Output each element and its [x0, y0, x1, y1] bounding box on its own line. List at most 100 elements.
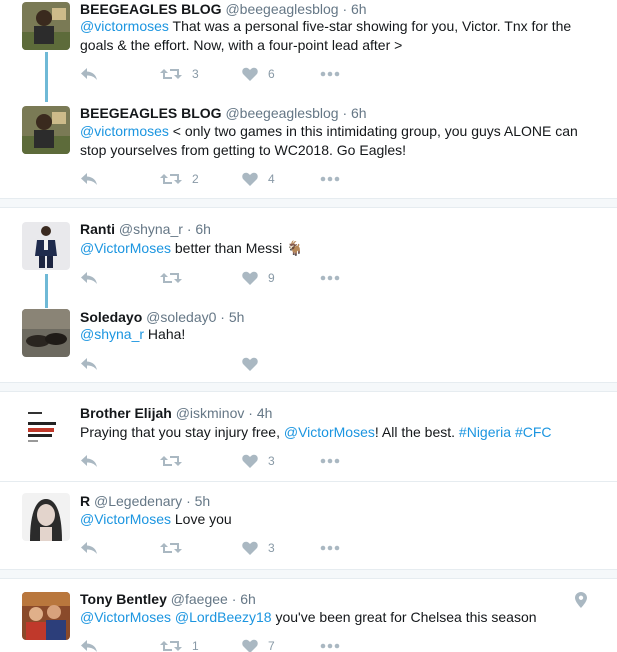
display-name[interactable]: R	[80, 493, 90, 509]
hashtag-link[interactable]: #Nigeria	[459, 424, 511, 440]
reply-button[interactable]	[80, 64, 98, 84]
like-count: 4	[268, 172, 275, 186]
retweet-button[interactable]	[160, 538, 182, 558]
mention-link[interactable]: @VictorMoses	[80, 240, 171, 256]
tweet[interactable]: BEEGEAGLES BLOG @beegeaglesblog · 6h @vi…	[0, 104, 617, 198]
tweet-feed: BEEGEAGLES BLOG @beegeaglesblog · 6h @vi…	[0, 0, 617, 652]
avatar[interactable]	[22, 106, 70, 154]
tweet-body: ! All the best.	[374, 424, 459, 440]
more-button[interactable]	[320, 268, 340, 288]
tweet-body: Love you	[170, 511, 232, 527]
display-name[interactable]: Ranti	[80, 221, 115, 237]
retweet-button[interactable]: 3	[160, 64, 199, 84]
reply-icon	[81, 455, 97, 467]
timestamp[interactable]: 6h	[240, 591, 256, 607]
tweet-actions: 3 6	[80, 64, 380, 84]
separator-dot: ·	[342, 1, 348, 17]
tweet[interactable]: Tony Bentley @faegee · 6h @VictorMoses @…	[0, 590, 617, 652]
tweet[interactable]: Ranti @shyna_r · 6h @VictorMoses better …	[0, 220, 617, 300]
conversation-group: Ranti @shyna_r · 6h @VictorMoses better …	[0, 210, 617, 382]
mention-link[interactable]: @victormoses	[80, 123, 169, 139]
mention-link[interactable]: @LordBeezy18	[175, 609, 272, 625]
tweet-text: @victormoses < only two games in this in…	[80, 122, 600, 160]
mention-link[interactable]: @shyna_r	[80, 326, 144, 342]
separator-dot: ·	[248, 405, 253, 421]
heart-icon	[242, 172, 258, 186]
user-handle[interactable]: @iskminov	[176, 405, 245, 421]
like-button[interactable]: 7	[242, 636, 275, 652]
more-button[interactable]	[320, 169, 340, 189]
mention-link[interactable]: @VictorMoses	[80, 609, 171, 625]
tweet-body: better than Messi 🐐	[170, 240, 304, 256]
more-button[interactable]	[320, 64, 340, 84]
user-handle[interactable]: @faegee	[171, 591, 228, 607]
reply-button[interactable]	[80, 268, 98, 288]
heart-icon	[242, 357, 258, 371]
more-button[interactable]	[320, 538, 340, 558]
display-name[interactable]: Tony Bentley	[80, 591, 167, 607]
timestamp[interactable]: 6h	[351, 105, 367, 121]
retweet-icon	[160, 543, 182, 553]
tweet[interactable]: R @Legedenary · 5h @VictorMoses Love you…	[0, 492, 617, 568]
reply-button[interactable]	[80, 636, 98, 652]
like-button[interactable]: 3	[242, 451, 275, 471]
mention-link[interactable]: @VictorMoses	[80, 511, 171, 527]
avatar[interactable]	[22, 493, 70, 541]
reply-button[interactable]	[80, 354, 98, 374]
retweet-button[interactable]: 2	[160, 169, 199, 189]
timestamp[interactable]: 4h	[257, 405, 273, 421]
timestamp[interactable]: 5h	[229, 309, 245, 325]
like-count: 9	[268, 271, 275, 285]
like-button[interactable]: 6	[242, 64, 275, 84]
avatar[interactable]	[22, 222, 70, 270]
like-button[interactable]	[242, 354, 258, 374]
tweet[interactable]: Brother Elijah @iskminov · 4h Praying th…	[0, 404, 617, 480]
reply-button[interactable]	[80, 169, 98, 189]
user-handle[interactable]: @shyna_r	[119, 221, 183, 237]
retweet-button[interactable]	[160, 451, 182, 471]
like-count: 6	[268, 67, 275, 81]
display-name[interactable]: Soledayo	[80, 309, 142, 325]
tweet-text: @VictorMoses @LordBeezy18 you've been gr…	[80, 608, 600, 627]
display-name[interactable]: BEEGEAGLES BLOG	[80, 105, 222, 121]
tweet-actions: 3	[80, 451, 380, 471]
more-button[interactable]	[320, 636, 340, 652]
more-icon	[320, 71, 340, 77]
avatar[interactable]	[22, 309, 70, 357]
hashtag-link[interactable]: #CFC	[515, 424, 552, 440]
avatar[interactable]	[22, 406, 70, 454]
reply-icon	[81, 173, 97, 185]
conversation-separator	[0, 569, 617, 579]
user-handle[interactable]: @beegeaglesblog	[225, 1, 338, 17]
tweet-actions: 2 4	[80, 169, 380, 189]
display-name[interactable]: Brother Elijah	[80, 405, 172, 421]
user-handle[interactable]: @beegeaglesblog	[225, 105, 338, 121]
avatar[interactable]	[22, 2, 70, 50]
mention-link[interactable]: @VictorMoses	[284, 424, 375, 440]
more-icon	[320, 545, 340, 551]
reply-button[interactable]	[80, 451, 98, 471]
reply-button[interactable]	[80, 538, 98, 558]
timestamp[interactable]: 6h	[351, 1, 367, 17]
retweet-icon	[160, 174, 182, 184]
separator-dot: ·	[220, 309, 225, 325]
user-handle[interactable]: @soleday0	[146, 309, 216, 325]
more-button[interactable]	[320, 451, 340, 471]
user-handle[interactable]: @Legedenary	[94, 493, 182, 509]
display-name[interactable]: BEEGEAGLES BLOG	[80, 1, 222, 17]
conversation-separator	[0, 198, 617, 208]
retweet-button[interactable]	[160, 268, 192, 288]
like-button[interactable]: 3	[242, 538, 275, 558]
tweet[interactable]: BEEGEAGLES BLOG @beegeaglesblog · 6h @vi…	[0, 0, 617, 100]
retweet-button[interactable]: 1	[160, 636, 199, 652]
like-button[interactable]: 4	[242, 169, 275, 189]
tweet-text: @shyna_r Haha!	[80, 325, 600, 344]
timestamp[interactable]: 5h	[195, 493, 211, 509]
timestamp[interactable]: 6h	[195, 221, 211, 237]
mention-link[interactable]: @victormoses	[80, 18, 169, 34]
avatar[interactable]	[22, 592, 70, 640]
heart-icon	[242, 454, 258, 468]
conversation-separator	[0, 382, 617, 392]
like-button[interactable]: 9	[242, 268, 275, 288]
tweet[interactable]: Soledayo @soleday0 · 5h @shyna_r Haha!	[0, 308, 617, 382]
